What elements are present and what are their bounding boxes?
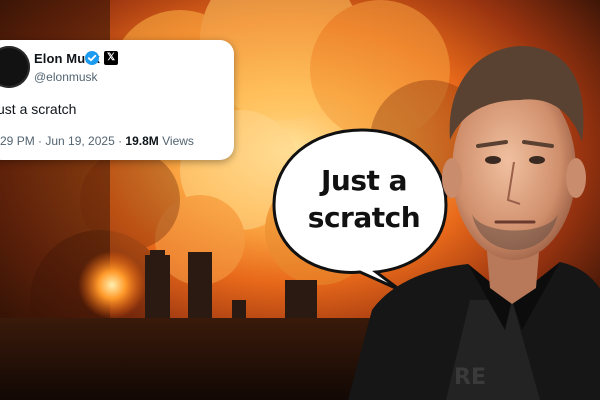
speech-bubble-text: Just a scratch [288,162,440,236]
views-count: 19.8M [125,134,159,148]
handle: @elonmusk [34,70,98,84]
speech-line-1: Just a [320,164,408,197]
verified-badge-icon [85,51,99,65]
tweet-text: Just a scratch [0,101,77,117]
tweet-card: Elon Musk 𝕏 @elonmusk Just a scratch 4:2… [0,40,234,160]
tweet-meta: 4:29 PM · Jun 19, 2025 · 19.8M Views [0,134,194,148]
svg-text:RE: RE [454,365,486,390]
speech-line-2: scratch [307,201,421,234]
avatar [0,46,30,88]
x-logo-icon: 𝕏 [104,51,118,65]
thumbnail-scene: RE Elon Musk 𝕏 @elonmusk Just a scratch … [0,0,600,400]
tweet-timestamp: 4:29 PM · Jun 19, 2025 · [0,134,126,148]
views-label: Views [158,134,194,148]
